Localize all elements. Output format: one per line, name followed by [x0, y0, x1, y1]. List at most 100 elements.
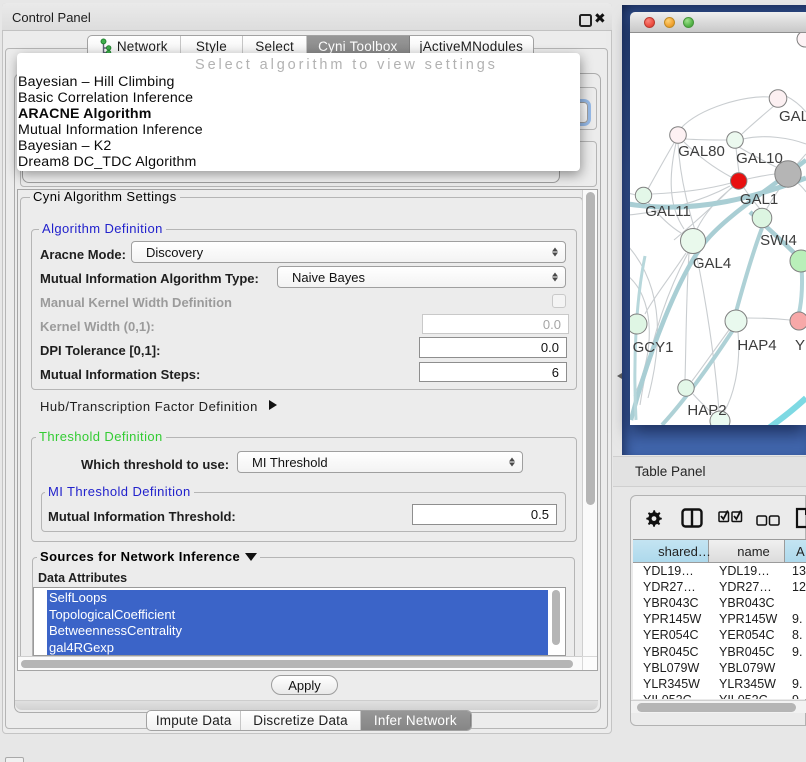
- cell-shared-name: YIL052C: [633, 693, 709, 699]
- gear-icon[interactable]: [645, 509, 662, 532]
- document-icon[interactable]: [795, 507, 806, 534]
- network-edge[interactable]: [681, 97, 770, 128]
- minimize-traffic-light[interactable]: [664, 17, 675, 28]
- network-edge[interactable]: [696, 253, 719, 411]
- table-row[interactable]: YDL19…YDL19…13: [633, 563, 806, 579]
- node-label: GCY1: [633, 339, 674, 356]
- cell-value: 8.: [785, 628, 806, 642]
- table-row[interactable]: YER054CYER054C8.: [633, 627, 806, 643]
- cell-name: YDR27…: [709, 580, 785, 594]
- node-label: SWI4: [760, 232, 797, 249]
- cell-shared-name: YPR145W: [633, 612, 709, 626]
- tab-well-strip: [15, 700, 598, 710]
- table-panel-toolbar: [631, 496, 805, 538]
- network-node-gal4[interactable]: [681, 229, 706, 254]
- node-label: GAL4: [693, 255, 731, 272]
- table-row[interactable]: YBL079WYBL079W: [633, 660, 806, 676]
- network-node-gal80[interactable]: [670, 127, 687, 144]
- float-window-icon[interactable]: [579, 14, 592, 27]
- node-label: GAL10: [736, 150, 783, 167]
- cell-value: 9.: [785, 677, 806, 691]
- network-edge[interactable]: [743, 137, 806, 144]
- tab-label: Cyni Toolbox: [318, 39, 397, 54]
- bottom-left-panel-chip: [5, 757, 24, 762]
- tab-label: Network: [117, 39, 168, 54]
- tab-label: Impute Data: [156, 713, 232, 728]
- cell-value: 12: [785, 580, 806, 594]
- network-edge[interactable]: [747, 174, 775, 179]
- tab-infer-network[interactable]: Infer Network: [361, 711, 471, 730]
- dropdown-item-6[interactable]: Dream8 DC_TDC Algorithm: [18, 154, 196, 170]
- network-window: GALGAL80GAL10GAL1GAL11SWI4GAL4GCY1HAP4YH…: [630, 12, 806, 425]
- tab-label: Infer Network: [374, 713, 457, 728]
- close-traffic-light[interactable]: [644, 17, 655, 28]
- network-edge[interactable]: [648, 143, 674, 189]
- network-edge-thick[interactable]: [766, 398, 806, 425]
- network-edge[interactable]: [747, 318, 790, 320]
- network-window-titlebar[interactable]: [630, 12, 806, 33]
- cell-name: YER054C: [709, 628, 785, 642]
- network-edge[interactable]: [652, 183, 731, 194]
- tab-impute-data[interactable]: Impute Data: [147, 711, 241, 730]
- cell-name: YLR345W: [709, 677, 785, 691]
- dropdown-item-4[interactable]: Mutual Information Inference: [18, 122, 203, 138]
- table-row[interactable]: YBR043CYBR043C: [633, 595, 806, 611]
- network-edge[interactable]: [798, 183, 806, 192]
- cell-value: 9.: [785, 645, 806, 659]
- column-header-1[interactable]: shared…: [633, 540, 709, 562]
- checked-boxes-icon[interactable]: [718, 509, 743, 528]
- table-row[interactable]: YPR145WYPR145W9.: [633, 611, 806, 627]
- network-edge-thick[interactable]: [736, 228, 762, 312]
- tab-label: Discretize Data: [253, 713, 348, 728]
- dropdown-item-3[interactable]: ARACNE Algorithm: [18, 106, 152, 122]
- cell-value: 13: [785, 564, 806, 578]
- table-row[interactable]: YDR27…YDR27…12: [633, 579, 806, 595]
- node-label: HAP2: [687, 402, 726, 419]
- cell-shared-name: YER054C: [633, 628, 709, 642]
- network-node-y[interactable]: [790, 312, 806, 330]
- control-panel-titlebar: [2, 3, 612, 31]
- column-header-3[interactable]: A: [785, 540, 806, 562]
- table-row[interactable]: YIL052CYIL052C9.: [633, 692, 806, 699]
- cell-name: YPR145W: [709, 612, 785, 626]
- node-label: Y: [795, 337, 805, 354]
- network-node-gal11[interactable]: [635, 187, 651, 203]
- network-edge[interactable]: [742, 105, 775, 134]
- network-node-gal10[interactable]: [727, 132, 744, 149]
- cell-name: YDL19…: [709, 564, 785, 578]
- cell-name: YIL052C: [709, 693, 785, 699]
- table-row[interactable]: YBR045CYBR045C9.: [633, 644, 806, 660]
- network-edge[interactable]: [686, 139, 727, 140]
- network-node-hap4[interactable]: [725, 310, 747, 332]
- network-node-swi4[interactable]: [752, 208, 772, 228]
- table-header-row: shared…nameA: [633, 539, 806, 563]
- tab-discretize-data[interactable]: Discretize Data: [241, 711, 360, 730]
- apply-button[interactable]: Apply: [271, 675, 338, 695]
- table-hscrollbar-thumb[interactable]: [637, 703, 796, 712]
- table-hscrollbar[interactable]: [631, 700, 806, 713]
- network-node-hap2[interactable]: [678, 380, 694, 396]
- close-icon[interactable]: ✖: [594, 10, 606, 27]
- cell-name: YBR043C: [709, 596, 785, 610]
- node-label: GAL1: [740, 191, 778, 208]
- split-columns-icon[interactable]: [681, 508, 703, 533]
- cell-shared-name: YDR27…: [633, 580, 709, 594]
- cell-shared-name: YDL19…: [633, 564, 709, 578]
- cell-value: 9.: [785, 693, 806, 699]
- dropdown-item-5[interactable]: Bayesian – K2: [18, 138, 111, 154]
- network-node-gcy1[interactable]: [630, 314, 647, 334]
- cell-shared-name: YBL079W: [633, 661, 709, 675]
- zoom-traffic-light[interactable]: [683, 17, 694, 28]
- table-row[interactable]: YLR345WYLR345W9.: [633, 676, 806, 692]
- network-canvas[interactable]: GALGAL80GAL10GAL1GAL11SWI4GAL4GCY1HAP4YH…: [630, 33, 806, 425]
- panel-title: Control Panel: [12, 10, 91, 25]
- column-header-2[interactable]: name: [709, 540, 785, 562]
- dropdown-item-2[interactable]: Basic Correlation Inference: [18, 90, 193, 106]
- network-node-gal1[interactable]: [731, 173, 747, 189]
- node-label: GAL80: [678, 143, 725, 160]
- network-node[interactable]: [797, 33, 806, 47]
- dropdown-item-1[interactable]: Bayesian – Hill Climbing: [18, 74, 175, 90]
- unchecked-boxes-icon[interactable]: [756, 513, 780, 531]
- network-node-gal[interactable]: [769, 90, 787, 108]
- tab-label: Style: [196, 39, 227, 54]
